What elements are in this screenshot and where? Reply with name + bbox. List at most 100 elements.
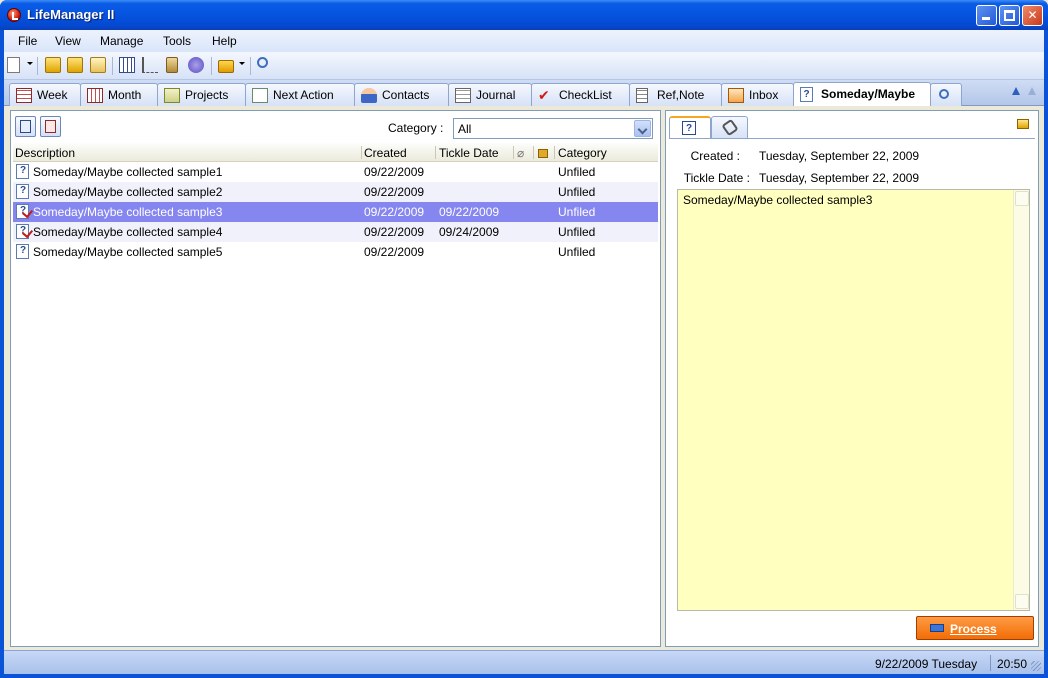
maximize-button[interactable]	[999, 5, 1020, 26]
settings-gear-icon[interactable]	[188, 57, 204, 73]
calendar-month-icon	[87, 88, 103, 103]
tab-label: Journal	[476, 88, 516, 102]
category-select[interactable]: All	[453, 118, 653, 139]
app-window: LifeManager II ✕ File View Manage Tools …	[0, 0, 1048, 678]
menu-file[interactable]: File	[18, 34, 37, 48]
menu-help[interactable]: Help	[212, 34, 237, 48]
col-created[interactable]: Created	[364, 146, 407, 160]
checkmark-icon: ✔	[538, 87, 550, 103]
process-button[interactable]: Process	[916, 616, 1034, 640]
tab-month[interactable]: Month	[80, 83, 158, 106]
tab-next-action[interactable]: Next Action	[245, 83, 355, 106]
calendar-icon[interactable]	[119, 57, 135, 73]
column-divider[interactable]	[554, 146, 555, 159]
table-row[interactable]: ? Someday/Maybe collected sample2 09/22/…	[13, 182, 658, 202]
toolbar-separator	[37, 57, 38, 75]
lock-icon[interactable]	[218, 60, 234, 73]
column-divider[interactable]	[513, 146, 514, 159]
tree-view-icon[interactable]	[142, 57, 158, 73]
lock-dropdown-icon[interactable]	[239, 62, 245, 65]
status-date: 9/22/2009 Tuesday	[875, 657, 978, 671]
scroll-up-icon[interactable]	[1015, 191, 1029, 206]
col-tickle-date[interactable]: Tickle Date	[439, 146, 499, 160]
export-icon[interactable]	[67, 57, 83, 73]
row-category: Unfiled	[558, 185, 596, 199]
note-text: Someday/Maybe collected sample3	[683, 193, 873, 207]
col-category[interactable]: Category	[558, 146, 607, 160]
menu-tools[interactable]: Tools	[163, 34, 191, 48]
tab-label: Contacts	[382, 88, 430, 102]
row-description: Someday/Maybe collected sample4	[33, 225, 223, 239]
tab-detail[interactable]: ?	[669, 116, 711, 139]
note-textarea[interactable]: Someday/Maybe collected sample3	[677, 189, 1030, 611]
app-logo-icon	[7, 8, 21, 22]
minimize-icon	[982, 17, 990, 20]
row-created: 09/22/2009	[364, 165, 425, 179]
column-divider[interactable]	[533, 146, 534, 159]
import-icon[interactable]	[45, 57, 61, 73]
tab-checklist[interactable]: ✔ CheckList	[531, 83, 630, 106]
row-created: 09/22/2009	[364, 225, 425, 239]
delete-item-button[interactable]	[40, 116, 61, 137]
tab-label: Week	[37, 88, 68, 102]
tab-journal[interactable]: Journal	[448, 83, 532, 106]
calendar-week-icon	[16, 88, 32, 103]
menu-manage[interactable]: Manage	[100, 34, 143, 48]
tab-inbox[interactable]: Inbox	[721, 83, 794, 106]
column-divider[interactable]	[435, 146, 436, 159]
tab-projects[interactable]: Projects	[157, 83, 246, 106]
scroll-tabs-left-icon[interactable]	[1012, 87, 1020, 95]
row-created: 09/22/2009	[364, 205, 425, 219]
unlock-icon[interactable]	[1017, 119, 1029, 129]
lock-column-icon[interactable]	[538, 149, 548, 158]
column-divider[interactable]	[361, 146, 362, 159]
tab-search[interactable]	[930, 83, 962, 106]
grid-header: Description Created Tickle Date ⌀ Catego…	[13, 143, 658, 162]
paperclip-icon	[721, 118, 739, 137]
tab-someday-maybe[interactable]: ? Someday/Maybe	[793, 82, 931, 106]
row-created: 09/22/2009	[364, 245, 425, 259]
table-row[interactable]: ? Someday/Maybe collected sample1 09/22/…	[13, 162, 658, 182]
note-scrollbar[interactable]	[1013, 190, 1029, 610]
detail-panel: ? Created : Tuesday, September 22, 2009 …	[665, 110, 1039, 647]
search-icon[interactable]	[257, 57, 268, 68]
resize-grip-icon[interactable]	[1031, 661, 1041, 671]
tab-ref-note[interactable]: Ref,Note	[629, 83, 722, 106]
tab-contacts[interactable]: Contacts	[354, 83, 449, 106]
status-divider	[990, 655, 991, 671]
menu-view[interactable]: View	[55, 34, 81, 48]
delete-document-icon	[45, 120, 56, 133]
row-tickle-date: 09/22/2009	[439, 205, 500, 219]
scroll-down-icon[interactable]	[1015, 594, 1029, 609]
status-bar: 9/22/2009 Tuesday 20:50	[4, 650, 1044, 674]
tab-label: Someday/Maybe	[821, 87, 916, 101]
tickled-doc-icon: ?	[16, 224, 29, 239]
tab-attachments[interactable]	[711, 116, 748, 139]
toolbar-separator	[211, 57, 212, 75]
note-icon	[636, 88, 648, 103]
status-time: 20:50	[997, 657, 1028, 671]
table-row-selected[interactable]: ? Someday/Maybe collected sample3 09/22/…	[13, 202, 658, 222]
maximize-icon	[1004, 10, 1015, 21]
minimize-button[interactable]	[976, 5, 997, 26]
attachment-icon[interactable]: ⌀	[517, 146, 524, 160]
table-row[interactable]: ? Someday/Maybe collected sample4 09/22/…	[13, 222, 658, 242]
chevron-down-icon[interactable]	[634, 120, 651, 137]
table-row[interactable]: ? Someday/Maybe collected sample5 09/22/…	[13, 242, 658, 262]
title-bar[interactable]: LifeManager II ✕	[0, 0, 1048, 30]
add-item-button[interactable]	[15, 116, 36, 137]
new-dropdown-icon[interactable]	[27, 62, 33, 65]
tab-week[interactable]: Week	[9, 83, 81, 106]
tab-label: Inbox	[749, 88, 779, 102]
archive-icon[interactable]	[166, 57, 178, 73]
row-tickle-date: 09/24/2009	[439, 225, 500, 239]
process-label: Process	[950, 622, 997, 636]
tab-label: Next Action	[273, 88, 334, 102]
module-tabs: Week Month Projects Next Action Contacts…	[4, 80, 1044, 106]
close-button[interactable]: ✕	[1022, 5, 1043, 26]
next-action-icon	[252, 88, 268, 103]
col-description[interactable]: Description	[15, 146, 75, 160]
backup-icon[interactable]	[90, 57, 106, 73]
scroll-tabs-right-icon[interactable]	[1028, 87, 1036, 95]
new-document-icon[interactable]	[7, 57, 20, 73]
